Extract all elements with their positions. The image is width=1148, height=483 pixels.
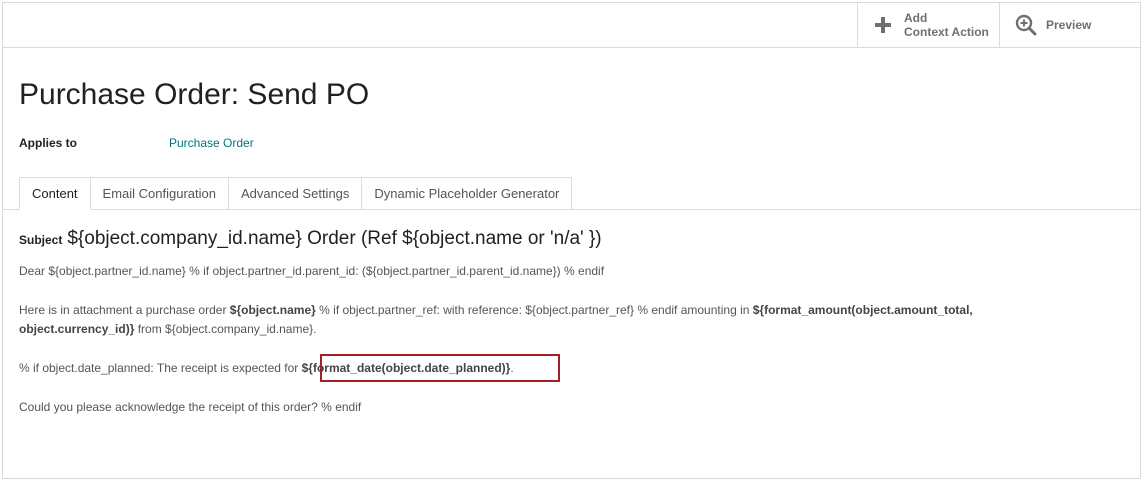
body-text: . — [510, 361, 514, 375]
applies-to-label: Applies to — [19, 136, 78, 150]
tab-email-configuration[interactable]: Email Configuration — [90, 177, 229, 210]
control-panel: Add Context Action Preview — [3, 3, 1140, 48]
preview-button[interactable]: Preview — [999, 3, 1140, 47]
zoom-in-icon — [1015, 14, 1037, 36]
add-label-line2: Context Action — [904, 25, 989, 39]
page-title: Purchase Order: Send PO — [19, 78, 370, 111]
add-label-line1: Add — [904, 11, 928, 25]
plus-icon — [875, 17, 891, 33]
body-placeholder: ${format_date(object.date_planned)} — [301, 361, 511, 375]
form-view: Add Context Action Preview Purchase Orde… — [2, 2, 1141, 479]
body-line-acknowledge: Could you please acknowledge the receipt… — [19, 400, 362, 414]
subject-field: Subject ${object.company_id.name} Order (… — [19, 228, 602, 250]
body-text: Here is in attachment a purchase order — [19, 303, 230, 317]
tab-advanced-settings[interactable]: Advanced Settings — [229, 177, 363, 210]
body-text: % if object.partner_ref: with reference:… — [315, 303, 753, 317]
tab-dynamic-placeholder-generator[interactable]: Dynamic Placeholder Generator — [362, 177, 573, 210]
subject-value[interactable]: ${object.company_id.name} Order (Ref ${o… — [67, 228, 601, 249]
tab-content[interactable]: Content — [19, 177, 91, 210]
body-text: % if object.date_planned: The receipt is… — [19, 361, 302, 375]
body-line-greeting: Dear ${object.partner_id.name} % if obje… — [19, 264, 605, 278]
add-context-action-button[interactable]: Add Context Action — [857, 3, 999, 47]
preview-label: Preview — [1046, 18, 1092, 32]
applies-to-link[interactable]: Purchase Order — [169, 136, 254, 150]
notebook-tabs: Content Email Configuration Advanced Set… — [19, 177, 573, 210]
body-placeholder: ${object.name} — [229, 303, 316, 317]
body-line-receipt: % if object.date_planned: The receipt is… — [19, 359, 1049, 378]
subject-label: Subject — [19, 233, 63, 247]
body-text: from ${object.company_id.name}. — [134, 322, 317, 336]
body-line-attachment: Here is in attachment a purchase order $… — [19, 301, 1049, 339]
